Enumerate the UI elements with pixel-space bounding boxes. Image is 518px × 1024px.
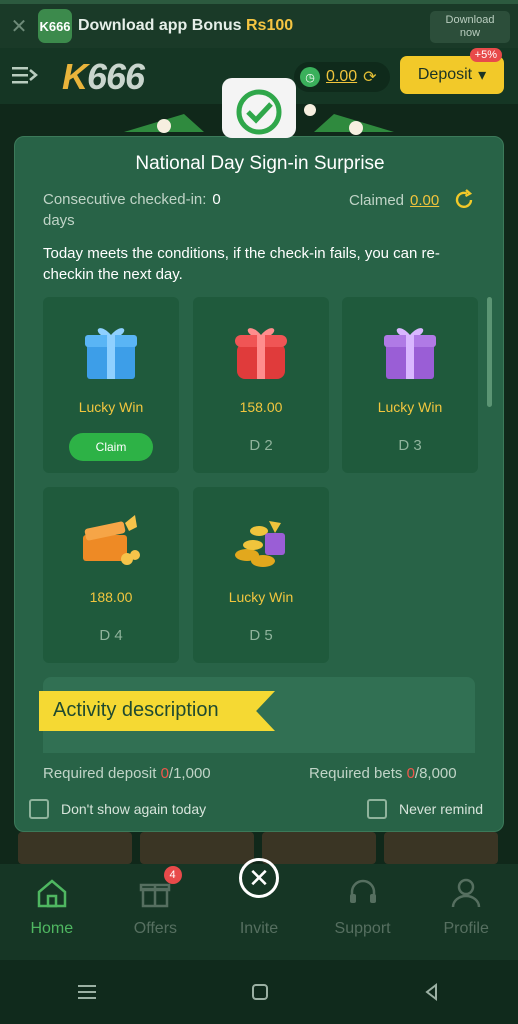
- activity-description-panel: Activity description: [39, 677, 475, 753]
- reward-value: 158.00: [239, 399, 283, 415]
- download-banner: ✕ K666 Download app Bonus Rs100 Download…: [0, 0, 518, 48]
- checkin-calendar-icon: [124, 78, 394, 138]
- recent-apps-icon[interactable]: [76, 982, 98, 1002]
- activity-ribbon: Activity description: [39, 691, 275, 731]
- claimed-amount: Claimed 0.00: [349, 189, 475, 211]
- reward-day: D 5: [249, 627, 273, 644]
- refresh-icon[interactable]: [453, 189, 475, 211]
- reward-card-day-2[interactable]: 158.00 D 2: [193, 297, 329, 473]
- game-thumbnail: [384, 832, 498, 864]
- reward-value: 188.00: [89, 589, 133, 605]
- download-now-button[interactable]: Download now: [430, 11, 510, 43]
- reward-value: Lucky Win: [228, 589, 294, 605]
- claim-button[interactable]: Claim: [69, 433, 153, 461]
- dont-show-today-option[interactable]: Don't show again today: [29, 799, 206, 819]
- app-logo-icon: K666: [38, 9, 72, 43]
- reward-value: Lucky Win: [377, 399, 443, 415]
- close-modal-button[interactable]: ✕: [239, 858, 279, 898]
- reward-card-day-3[interactable]: Lucky Win D 3: [342, 297, 478, 473]
- game-thumbnail: [140, 832, 254, 864]
- signin-modal: National Day Sign-in Surprise Consecutiv…: [14, 136, 504, 832]
- never-remind-option[interactable]: Never remind: [367, 799, 483, 819]
- required-bets: Required bets 0/8,000: [309, 765, 457, 782]
- reward-card-day-5[interactable]: Lucky Win D 5: [193, 487, 329, 663]
- reward-day: D 3: [398, 437, 422, 454]
- nav-home[interactable]: Home: [0, 864, 104, 960]
- banner-text: Download app Bonus Rs100: [78, 17, 294, 34]
- nav-support[interactable]: Support: [311, 864, 415, 960]
- nav-offers[interactable]: Offers 4: [104, 864, 208, 960]
- close-banner-icon[interactable]: ✕: [0, 14, 38, 39]
- never-remind-checkbox[interactable]: [367, 799, 387, 819]
- gift-box-icon: [85, 328, 137, 379]
- required-deposit: Required deposit 0/1,000: [43, 765, 211, 782]
- consecutive-checkin: Consecutive checked-in: 0 days: [43, 191, 221, 229]
- cards-scrollbar[interactable]: [487, 297, 492, 407]
- gift-box-icon: [384, 328, 436, 379]
- reward-card-day-1[interactable]: Lucky Win Claim: [43, 297, 179, 473]
- caret-down-icon: ▾: [478, 67, 487, 84]
- gift-box-icon: [83, 515, 140, 565]
- reward-day: D 4: [99, 627, 123, 644]
- home-button-icon[interactable]: [250, 982, 270, 1002]
- dont-show-checkbox[interactable]: [29, 799, 49, 819]
- game-thumbnail: [18, 832, 132, 864]
- nav-profile[interactable]: Profile: [414, 864, 518, 960]
- checkin-notice: Today meets the conditions, if the check…: [43, 245, 440, 283]
- offers-badge: 4: [163, 866, 182, 884]
- activity-title: Activity description: [53, 699, 219, 721]
- gift-box-icon: [235, 328, 287, 379]
- banner-bonus: Rs100: [246, 17, 294, 34]
- modal-title: National Day Sign-in Surprise: [135, 153, 385, 174]
- menu-icon[interactable]: [12, 64, 38, 86]
- user-icon: [451, 878, 481, 908]
- reward-day: D 2: [249, 437, 273, 454]
- deposit-button[interactable]: Deposit ▾ +5%: [400, 48, 504, 94]
- home-icon: [37, 879, 67, 908]
- deposit-bonus-badge: +5%: [469, 48, 502, 62]
- system-navigation-bar: [0, 960, 518, 1024]
- back-icon[interactable]: [422, 982, 442, 1002]
- reward-card-day-4[interactable]: 188.00 D 4: [43, 487, 179, 663]
- headset-icon: [349, 879, 376, 903]
- coins-icon: [235, 521, 285, 567]
- reward-value: Lucky Win: [78, 399, 144, 415]
- game-thumbnail: [262, 832, 376, 864]
